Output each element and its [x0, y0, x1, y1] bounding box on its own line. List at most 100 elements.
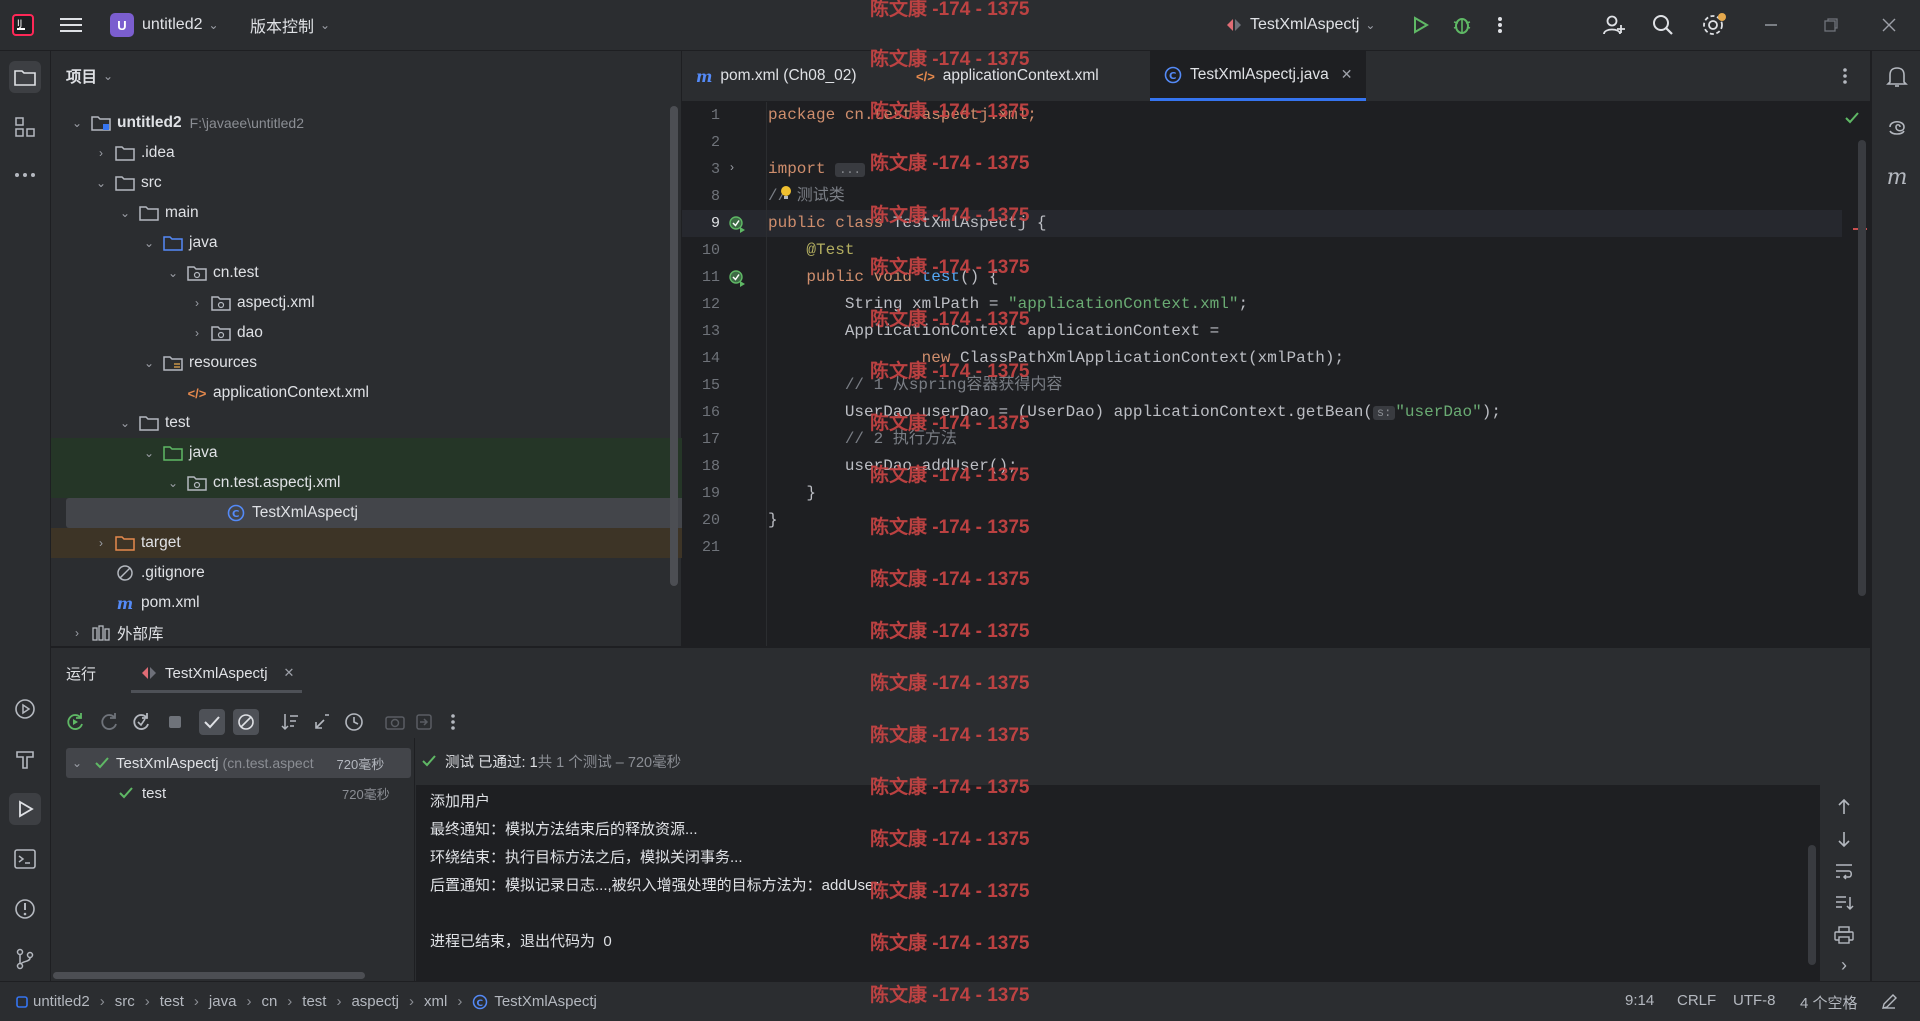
breadcrumb-item[interactable]: cn [261, 993, 277, 1010]
folded-imports[interactable]: ... [835, 163, 865, 177]
problems-tool-icon[interactable] [9, 893, 41, 925]
vcs-menu[interactable]: 版本控制 ⌄ [250, 0, 330, 50]
toggle-auto-test-icon[interactable] [128, 709, 154, 735]
terminal-tool-icon[interactable] [9, 843, 41, 875]
breadcrumb-item[interactable]: test [302, 993, 326, 1010]
inspection-ok-icon[interactable] [1844, 111, 1860, 125]
print-icon[interactable] [1831, 922, 1857, 948]
ai-assistant-icon[interactable] [1881, 111, 1913, 143]
search-icon[interactable] [1652, 0, 1674, 50]
notifications-icon[interactable] [1881, 61, 1913, 93]
tree-item-test[interactable]: ⌄ test [51, 408, 727, 438]
fold-chevron-icon[interactable]: › [730, 160, 734, 174]
breadcrumb-item[interactable]: aspectj [351, 993, 399, 1010]
project-panel-header[interactable]: 项目 ⌄ [66, 61, 113, 91]
test-duration: 720毫秒 [336, 756, 385, 772]
tree-item-gitignore[interactable]: .gitignore [51, 558, 725, 588]
breadcrumb-item[interactable]: xml [424, 993, 447, 1010]
breadcrumb-item[interactable]: test [160, 993, 184, 1010]
tree-item-cn-test-aspectj-xml[interactable]: ⌄ cn.test.aspectj.xml [51, 468, 775, 498]
tab-label: TestXmlAspectj.java [1190, 65, 1329, 83]
git-tool-icon[interactable] [9, 943, 41, 975]
project-switcher[interactable]: U untitled2 ⌄ [110, 0, 219, 50]
file-encoding[interactable]: UTF-8 [1733, 992, 1776, 1009]
caret-position[interactable]: 9:14 [1625, 992, 1654, 1009]
maven-tool-icon[interactable]: m [1881, 161, 1913, 193]
arrow-up-icon[interactable] [1831, 794, 1857, 820]
tree-item-cn-test[interactable]: ⌄ cn.test [51, 258, 775, 288]
tree-item-target[interactable]: › target [51, 528, 703, 558]
show-ignored-icon[interactable] [233, 709, 259, 735]
run-test-gutter-icon[interactable] [728, 269, 746, 287]
java-class-icon: C [226, 504, 246, 522]
sort-icon[interactable] [277, 709, 303, 735]
breadcrumb-item[interactable]: java [209, 993, 237, 1010]
ignored-file-icon [115, 564, 135, 582]
main-menu-icon[interactable] [60, 0, 82, 50]
show-passed-icon[interactable] [199, 709, 225, 735]
project-scrollbar[interactable] [670, 106, 678, 586]
tree-item-main[interactable]: ⌄ main [51, 198, 727, 228]
rerun-failed-icon[interactable] [96, 709, 122, 735]
run-icon[interactable] [1410, 0, 1430, 50]
test-tree-row[interactable]: test 720毫秒 [66, 778, 411, 808]
console-scrollbar[interactable] [1808, 845, 1816, 965]
arrow-down-icon[interactable] [1831, 826, 1857, 852]
close-tab-icon[interactable]: ✕ [284, 665, 295, 681]
export-icon[interactable] [411, 709, 437, 735]
close-window-icon[interactable] [1882, 0, 1896, 50]
tab-testxmlaspectj-java[interactable]: C TestXmlAspectj.java ✕ [1150, 51, 1367, 101]
minimize-icon[interactable] [1764, 0, 1778, 50]
project-tool-icon[interactable] [9, 61, 41, 93]
code-editor[interactable]: 1 2 3 8 9 10 11 12 13 14 15 16 17 18 19 … [682, 102, 1870, 646]
editor-scrollbar[interactable] [1858, 140, 1866, 596]
build-tool-icon[interactable] [9, 743, 41, 775]
history-icon[interactable] [341, 709, 367, 735]
tree-item-idea[interactable]: › .idea [51, 138, 703, 168]
tree-item-test-java[interactable]: ⌄ java [51, 438, 751, 468]
indent-setting[interactable]: 4 个空格 [1800, 992, 1858, 1013]
tree-item-main-java[interactable]: ⌄ java [51, 228, 751, 258]
breadcrumb-item[interactable]: src [115, 993, 135, 1010]
more-actions-icon[interactable] [1497, 0, 1503, 50]
tab-pom-xml[interactable]: m pom.xml (Ch08_02) [696, 51, 857, 101]
tree-item-pom-xml[interactable]: m pom.xml [51, 588, 725, 618]
more-tools-icon[interactable] [9, 159, 41, 191]
chevron-down-icon: ⌄ [143, 236, 155, 250]
line-separator[interactable]: CRLF [1677, 992, 1716, 1009]
run-tool-icon[interactable] [9, 793, 41, 825]
settings-icon[interactable] [1701, 0, 1727, 50]
run-config-selector[interactable]: TestXmlAspectj ⌄ [1224, 0, 1375, 50]
tree-item-resources[interactable]: ⌄ resources [51, 348, 751, 378]
test-pass-detail: 共 1 个测试 – 720毫秒 [537, 754, 682, 771]
tree-item-untitled2[interactable]: ⌄ untitled2 F:\javaee\untitled2 [51, 108, 679, 138]
services-tool-icon[interactable] [9, 693, 41, 725]
run-tab-testxmlaspectj[interactable]: TestXmlAspectj ✕ [131, 656, 303, 693]
scroll-to-end-icon[interactable] [1831, 890, 1857, 916]
chevron-right-icon[interactable]: › [1831, 952, 1857, 978]
close-tab-icon[interactable]: ✕ [1341, 66, 1353, 83]
debug-icon[interactable] [1451, 0, 1473, 50]
console-output[interactable]: 添加用户 最终通知：模拟方法结束后的释放资源... 环绕结束：执行目标方法之后，… [416, 785, 1820, 981]
tree-item-src[interactable]: ⌄ src [51, 168, 703, 198]
bulb-icon[interactable] [780, 185, 792, 205]
run-splitter[interactable] [414, 738, 415, 982]
structure-tool-icon[interactable] [9, 111, 41, 143]
breadcrumb-item[interactable]: untitled2 [33, 993, 90, 1010]
tree-item-external-libraries[interactable]: › 外部库 [51, 618, 679, 648]
camera-icon[interactable] [382, 709, 408, 735]
rerun-icon[interactable] [62, 709, 88, 735]
tree-horizontal-scrollbar[interactable] [53, 972, 365, 979]
stop-icon[interactable] [162, 709, 188, 735]
breadcrumb-item[interactable]: TestXmlAspectj [494, 993, 597, 1010]
tab-options-icon[interactable] [1842, 51, 1848, 101]
soft-wrap-icon[interactable] [1831, 858, 1857, 884]
readonly-toggle-icon[interactable] [1880, 993, 1898, 1011]
restore-icon[interactable] [1824, 0, 1838, 50]
run-test-gutter-icon[interactable] [728, 215, 746, 233]
collapse-all-icon[interactable] [309, 709, 335, 735]
test-tree-row[interactable]: ⌄ TestXmlAspectj (cn.test.aspect 720毫秒 [66, 748, 411, 778]
more-actions-icon[interactable] [440, 709, 466, 735]
app-logo-icon[interactable]: IJ [12, 0, 34, 50]
add-user-icon[interactable] [1602, 0, 1626, 50]
